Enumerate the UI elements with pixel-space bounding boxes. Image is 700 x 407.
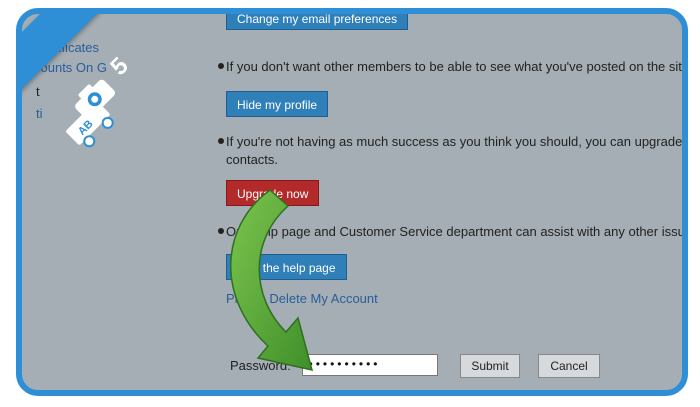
help-text: Our Help page and Customer Service depar… — [226, 224, 688, 239]
bullet — [218, 228, 224, 234]
truck-logo-icon: AB — [66, 105, 114, 148]
cancel-button[interactable]: Cancel — [538, 354, 600, 378]
bullet — [218, 138, 224, 144]
password-field[interactable]: •••••••••• — [302, 354, 438, 376]
upgrade-text-line1: If you're not having as much success as … — [226, 134, 688, 149]
delete-account-link[interactable]: Please Delete My Account — [226, 291, 378, 306]
upgrade-now-button[interactable]: Upgrade now — [226, 180, 320, 206]
upgrade-text-line2: contacts. — [226, 152, 279, 167]
password-label: Password: — [230, 358, 291, 373]
email-preferences-button[interactable]: Change my email preferences — [226, 14, 409, 30]
hide-profile-text: If you don't want other members to be ab… — [226, 59, 688, 74]
submit-button[interactable]: Submit — [460, 354, 520, 378]
screenshot-frame: Certificates counts On G t ti Change my … — [16, 8, 688, 396]
visit-help-button[interactable]: Visit the help page — [226, 254, 347, 280]
